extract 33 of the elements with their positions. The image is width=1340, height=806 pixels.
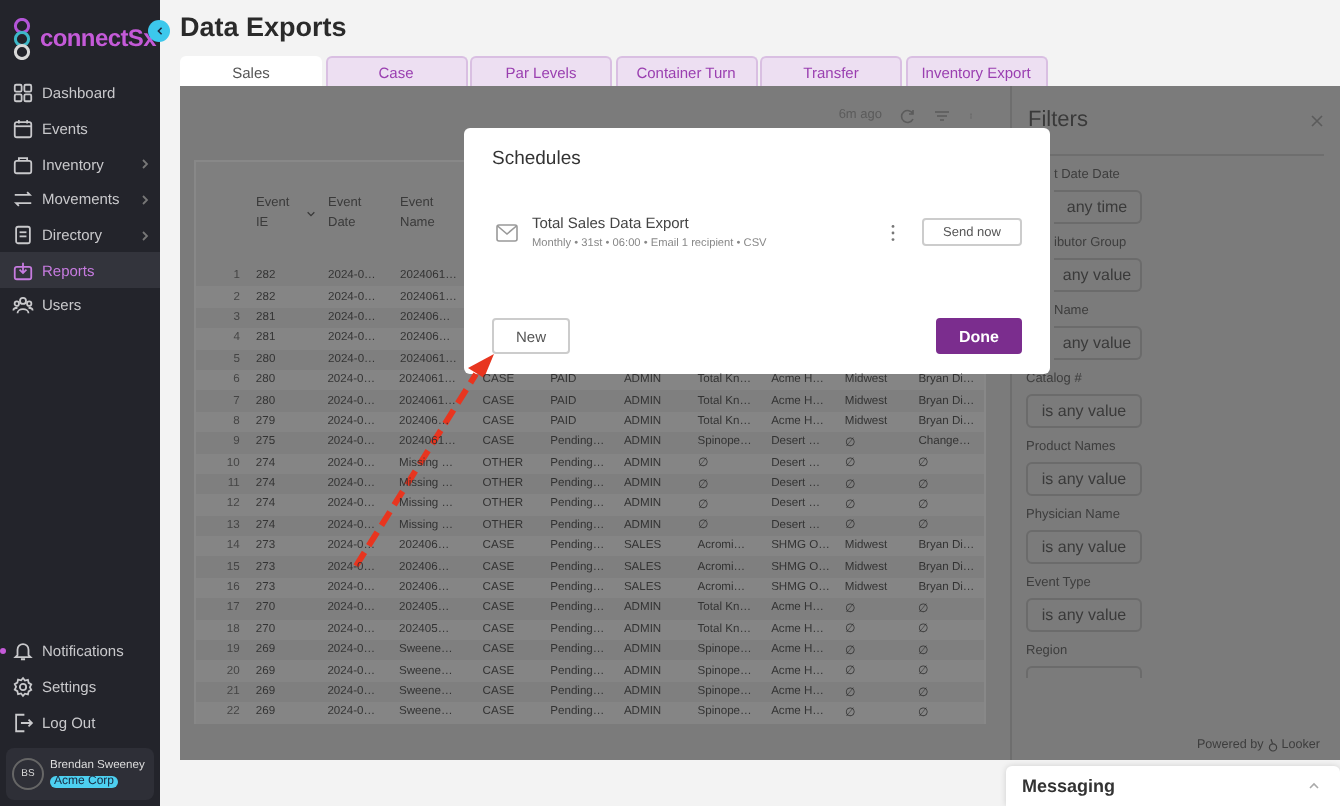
filter-field[interactable]: any value xyxy=(1054,326,1142,360)
more-icon[interactable] xyxy=(890,223,896,241)
filter-field[interactable]: is any value xyxy=(1026,598,1142,632)
refresh-icon[interactable] xyxy=(900,108,916,124)
calendar-icon xyxy=(12,118,34,141)
bell-icon xyxy=(12,640,34,663)
filter-field[interactable]: any value xyxy=(1054,258,1142,292)
sort-caret-icon[interactable] xyxy=(306,210,316,218)
filter-lines-icon[interactable] xyxy=(934,108,950,124)
panel-title: Filters xyxy=(1026,108,1088,132)
logo-icon xyxy=(12,17,32,59)
filter-field[interactable]: any time xyxy=(1054,190,1142,224)
filter-field[interactable]: is any value xyxy=(1026,394,1142,428)
done-button[interactable]: Done xyxy=(936,318,1022,354)
people-icon xyxy=(12,294,34,317)
messaging-bar[interactable]: Messaging xyxy=(1006,766,1340,806)
brand-logo-icon xyxy=(1267,738,1278,752)
logout-icon xyxy=(12,711,34,734)
gear-icon xyxy=(12,675,34,698)
dialog-title: Schedules xyxy=(492,148,583,170)
chevron-left-icon xyxy=(155,26,163,36)
bag-icon xyxy=(12,153,34,176)
mail-icon xyxy=(496,223,518,241)
grid-icon xyxy=(12,82,34,105)
filter-field[interactable]: is any value xyxy=(1026,462,1142,496)
download-box-icon xyxy=(12,259,34,282)
logo-text: connectSx xyxy=(40,24,156,52)
close-icon[interactable] xyxy=(1310,113,1324,127)
caret-up-icon xyxy=(1308,782,1320,790)
page-title: Data Exports xyxy=(178,10,349,46)
swap-arrows-icon xyxy=(12,188,34,211)
document-icon xyxy=(12,224,34,247)
filter-field[interactable]: is any value xyxy=(1026,530,1142,564)
